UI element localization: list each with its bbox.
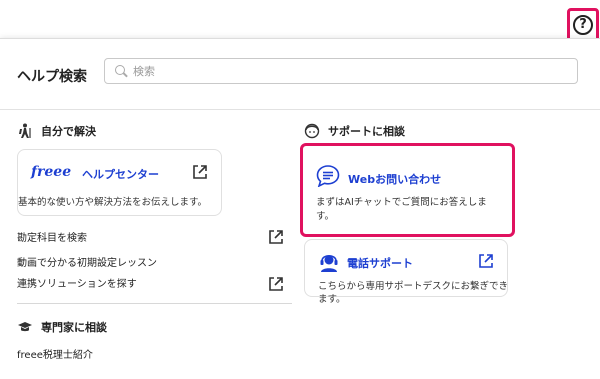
question-icon: ? — [573, 15, 593, 35]
expert-heading: 専門家に相談 — [17, 319, 107, 335]
phone-support-desc-2: ます。 — [318, 294, 346, 305]
help-panel: ヘルプ検索 自分で解決 freee ヘルプセンター 基本的な使い方や解決方法をお… — [0, 38, 600, 379]
external-link-icon — [193, 165, 207, 179]
hiker-icon — [19, 123, 31, 138]
help-button[interactable]: ? — [567, 8, 599, 42]
web-inquiry-desc-2: す。 — [316, 211, 335, 222]
help-center-desc: 基本的な使い方や解決方法をお伝えします。 — [18, 197, 208, 208]
link-video-lessons[interactable]: 動画で分かる初期設定レッスン — [17, 254, 157, 269]
link-tax-accountant[interactable]: freee税理士紹介 — [17, 346, 93, 361]
link-account-search[interactable]: 勘定科目を検索 — [17, 229, 87, 244]
search-input[interactable] — [133, 59, 563, 83]
help-search-title: ヘルプ検索 — [17, 69, 87, 85]
web-inquiry-card[interactable]: Webお問い合わせ まずはAIチャットでご質問にお答えしま す。 — [300, 143, 515, 237]
chat-bubble-icon — [316, 165, 340, 187]
top-bar: ? — [0, 0, 600, 42]
search-icon — [115, 65, 125, 75]
external-link-icon[interactable] — [268, 276, 284, 292]
graduation-cap-icon — [18, 322, 32, 332]
self-solve-label: 自分で解決 — [41, 125, 96, 138]
support-heading: サポートに相談 — [304, 123, 405, 139]
support-face-icon — [304, 123, 320, 139]
web-inquiry-desc-1: まずはAIチャットでご質問にお答えしま — [316, 197, 487, 208]
phone-support-card[interactable]: 電話サポート こちらから専用サポートデスクにお繋ぎでき ます。 — [304, 239, 509, 305]
phone-support-title: 電話サポート — [347, 257, 413, 270]
external-link-icon — [479, 254, 493, 268]
expert-label: 専門家に相談 — [41, 321, 107, 334]
phone-support-desc-1: こちらから専用サポートデスクにお繋ぎでき — [318, 281, 509, 292]
headset-icon — [320, 254, 338, 272]
freee-logo: freee — [31, 164, 72, 180]
search-box[interactable] — [104, 58, 578, 84]
external-link-icon[interactable] — [268, 229, 284, 245]
web-inquiry-title: Webお問い合わせ — [348, 173, 442, 186]
header-divider — [0, 109, 600, 110]
support-label: サポートに相談 — [328, 125, 405, 138]
self-solve-heading: 自分で解決 — [17, 123, 96, 139]
section-divider — [17, 303, 292, 304]
link-find-solutions[interactable]: 連携ソリューションを探す — [17, 275, 137, 290]
help-center-card[interactable]: freee ヘルプセンター 基本的な使い方や解決方法をお伝えします。 — [17, 149, 222, 216]
help-center-title: ヘルプセンター — [82, 168, 159, 181]
